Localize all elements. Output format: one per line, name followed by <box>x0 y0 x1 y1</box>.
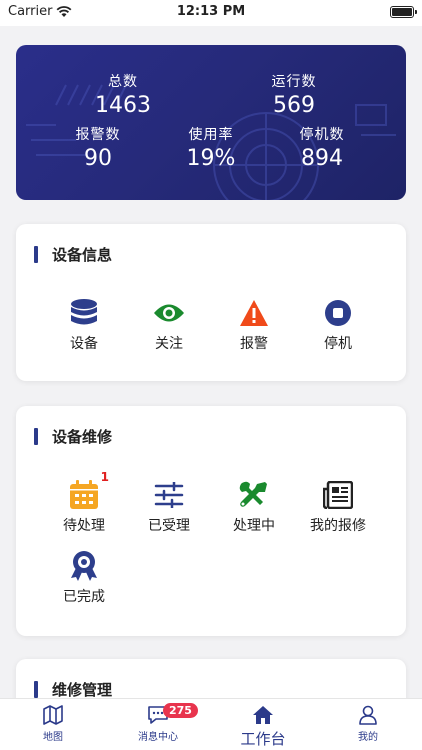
alarm-item-label: 报警 <box>240 336 268 352</box>
eye-icon <box>152 298 186 328</box>
pending-item-label: 待处理 <box>63 518 105 534</box>
follow-item[interactable]: 关注 <box>124 298 214 353</box>
newspaper-icon <box>321 480 355 510</box>
stat-total: 总数 1463 <box>68 71 178 118</box>
completed-item-label: 已完成 <box>63 589 105 605</box>
stat-total-value: 1463 <box>95 93 151 118</box>
hero-background-pattern <box>26 84 396 200</box>
processing-item[interactable]: 处理中 <box>209 480 299 535</box>
tab-map[interactable]: 地图 <box>8 705 98 743</box>
status-bar: Carrier 12:13 PM <box>0 0 422 26</box>
repair-card: 设备维修 1 待处理 已受理 处理中 我的报修 已完成 <box>16 406 406 636</box>
tab-workbench-label: 工作台 <box>240 730 286 748</box>
stat-stopped-label: 停机数 <box>299 127 345 143</box>
stat-usage-value: 19% <box>186 146 236 171</box>
stat-running-value: 569 <box>273 93 315 118</box>
my-repair-item[interactable]: 我的报修 <box>293 480 383 535</box>
accepted-item-label: 已受理 <box>148 518 190 534</box>
device-info-title-text: 设备信息 <box>52 246 113 264</box>
home-icon <box>253 706 273 724</box>
stat-running: 运行数 569 <box>239 71 349 118</box>
stat-stopped-value: 894 <box>301 146 343 171</box>
pending-badge: 1 <box>100 470 109 484</box>
stat-alarm-label: 报警数 <box>75 127 121 143</box>
alarm-item[interactable]: 报警 <box>209 298 299 353</box>
summary-card: 总数 1463 运行数 569 报警数 90 使用率 19% 停机数 894 <box>16 45 406 200</box>
title-accent-bar <box>34 246 38 263</box>
maintenance-title: 维修管理 <box>34 679 112 698</box>
tab-mine-label: 我的 <box>358 732 378 743</box>
messages-badge: 275 <box>163 703 198 718</box>
tools-icon <box>237 480 271 510</box>
stop-icon <box>321 298 355 328</box>
pending-item[interactable]: 1 待处理 <box>39 470 129 535</box>
stat-total-label: 总数 <box>108 74 138 90</box>
battery-icon <box>390 6 417 18</box>
tab-messages-label: 消息中心 <box>138 732 178 743</box>
repair-title: 设备维修 <box>34 426 112 447</box>
stop-item[interactable]: 停机 <box>293 298 383 353</box>
stat-alarm-value: 90 <box>84 146 112 171</box>
tab-workbench[interactable]: 工作台 <box>218 705 308 749</box>
user-icon <box>359 705 377 725</box>
title-accent-bar <box>34 428 38 445</box>
device-info-title: 设备信息 <box>34 244 112 265</box>
database-icon <box>67 298 101 328</box>
map-icon <box>43 705 63 725</box>
maintenance-title-text: 维修管理 <box>52 681 113 698</box>
device-item[interactable]: 设备 <box>39 298 129 353</box>
follow-item-label: 关注 <box>155 336 183 352</box>
stat-usage-label: 使用率 <box>188 127 234 143</box>
my-repair-item-label: 我的报修 <box>310 518 366 534</box>
device-info-card: 设备信息 设备 关注 报警 停机 <box>16 224 406 381</box>
stat-stopped: 停机数 894 <box>267 124 377 171</box>
title-accent-bar <box>34 681 38 698</box>
calendar-icon: 1 <box>67 470 109 510</box>
completed-item[interactable]: 已完成 <box>39 551 129 606</box>
device-item-label: 设备 <box>70 336 98 352</box>
status-time: 12:13 PM <box>176 4 246 19</box>
stop-item-label: 停机 <box>324 336 352 352</box>
stat-usage: 使用率 19% <box>156 124 266 171</box>
award-icon <box>67 551 101 581</box>
processing-item-label: 处理中 <box>233 518 275 534</box>
accepted-item[interactable]: 已受理 <box>124 480 214 535</box>
main-content[interactable]: 总数 1463 运行数 569 报警数 90 使用率 19% 停机数 894 设… <box>0 26 422 698</box>
maintenance-card: 维修管理 <box>16 659 406 698</box>
sliders-icon <box>152 480 186 510</box>
stat-alarm: 报警数 90 <box>43 124 153 171</box>
tab-messages[interactable]: 275 消息中心 <box>113 703 203 743</box>
tab-mine[interactable]: 我的 <box>323 705 413 743</box>
tab-map-label: 地图 <box>43 732 63 743</box>
stat-running-label: 运行数 <box>271 74 317 90</box>
warning-icon <box>237 298 271 328</box>
bottom-tab-bar: 地图 275 消息中心 工作台 我的 <box>0 698 422 750</box>
repair-title-text: 设备维修 <box>52 428 113 446</box>
